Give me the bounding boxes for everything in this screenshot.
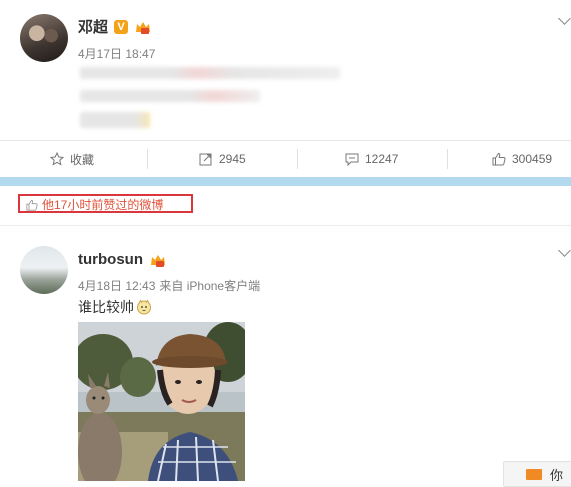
feed-divider-bar bbox=[0, 177, 571, 186]
like-count: 300459 bbox=[512, 152, 553, 166]
action-divider bbox=[297, 149, 298, 169]
blurred-text-line bbox=[80, 90, 260, 102]
author-name[interactable]: 邓超 bbox=[78, 16, 108, 37]
post-text: 谁比较帅 bbox=[78, 297, 152, 317]
post-timestamp[interactable]: 4月17日 18:47 bbox=[78, 45, 155, 62]
repost-button[interactable]: 2945 bbox=[199, 141, 246, 177]
comment-icon bbox=[345, 153, 359, 166]
like-button[interactable]: 300459 bbox=[492, 141, 552, 177]
post-timestamp[interactable]: 4月18日 12:43 bbox=[78, 277, 155, 294]
verified-badge-icon: V bbox=[114, 19, 129, 34]
feedback-widget[interactable]: 你 bbox=[503, 461, 571, 487]
emoji-icon bbox=[137, 299, 151, 315]
favorite-label: 收藏 bbox=[70, 152, 95, 167]
thumbs-up-icon bbox=[26, 199, 38, 211]
divider bbox=[0, 225, 571, 226]
post-text-content: 谁比较帅 bbox=[78, 299, 134, 315]
post1-header: 邓超 V bbox=[78, 16, 152, 37]
star-icon bbox=[50, 152, 64, 166]
favorite-button[interactable]: 收藏 bbox=[50, 141, 94, 177]
post-meta: 4月18日 12:43 来自 iPhone客户端 bbox=[78, 277, 260, 294]
thumbs-up-icon bbox=[492, 152, 506, 166]
chevron-down-icon[interactable] bbox=[558, 244, 571, 257]
mail-icon bbox=[526, 468, 542, 480]
action-divider bbox=[447, 149, 448, 169]
repost-count: 2945 bbox=[219, 152, 246, 166]
author-name[interactable]: turbosun bbox=[78, 251, 143, 268]
post2-header: turbosun bbox=[78, 251, 167, 268]
post-photo[interactable] bbox=[78, 322, 245, 481]
vip-crown-icon bbox=[136, 21, 151, 34]
repost-icon bbox=[199, 153, 212, 166]
post-action-bar: 收藏 2945 12247 300459 bbox=[0, 140, 571, 177]
author-avatar[interactable] bbox=[20, 14, 68, 62]
liked-notice-text[interactable]: 他17小时前赞过的微博 bbox=[42, 196, 163, 213]
vip-crown-icon bbox=[151, 254, 165, 267]
author-avatar[interactable] bbox=[20, 246, 68, 294]
blurred-text-line bbox=[80, 67, 340, 79]
liked-notice: 他17小时前赞过的微博 bbox=[26, 196, 163, 213]
blurred-text-line bbox=[80, 112, 150, 128]
comment-count: 12247 bbox=[365, 152, 399, 166]
chevron-down-icon[interactable] bbox=[558, 12, 571, 25]
post-source[interactable]: 来自 iPhone客户端 bbox=[159, 277, 260, 294]
comment-button[interactable]: 12247 bbox=[345, 141, 398, 177]
action-divider bbox=[147, 149, 148, 169]
